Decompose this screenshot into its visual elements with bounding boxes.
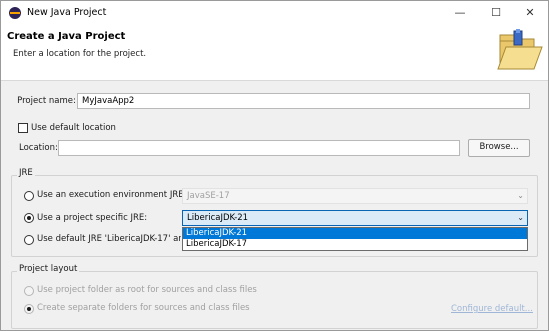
layout-root-radio[interactable]	[24, 286, 34, 296]
maximize-button[interactable]: ☐	[479, 1, 513, 25]
jre-dropdown-list: LibericaJDK-21 LibericaJDK-17	[182, 227, 528, 251]
chevron-down-icon: ⌄	[517, 191, 524, 200]
project-name-label: PProject name:	[17, 96, 76, 106]
default-jre-radio[interactable]	[24, 235, 34, 245]
project-name-label-text: Project name:	[17, 96, 76, 106]
dropdown-option-liberica-21[interactable]: LibericaJDK-21	[183, 228, 527, 239]
default-jre-label: Use default JRE 'LibericaJDK-17' and w	[37, 234, 181, 244]
project-name-input[interactable]: MyJavaApp2	[77, 93, 530, 109]
execution-env-radio[interactable]	[24, 191, 34, 201]
layout-separate-radio[interactable]	[24, 304, 34, 314]
project-specific-jre-radio[interactable]	[24, 213, 34, 223]
page-title: Create a Java Project	[7, 31, 126, 42]
project-layout-group-title: Project layout	[17, 264, 80, 274]
browse-button[interactable]: Browse...	[468, 139, 530, 157]
project-specific-jre-value: LibericaJDK-21	[187, 213, 249, 223]
close-button[interactable]: ✕	[513, 1, 547, 25]
page-description: Enter a location for the project.	[13, 49, 147, 59]
open-folder-icon	[497, 29, 543, 70]
minimize-button[interactable]: —	[443, 1, 477, 25]
location-label: Location:	[19, 143, 58, 153]
eclipse-icon	[9, 7, 21, 19]
execution-env-label: Use an execution environment JRE:	[37, 190, 187, 200]
configure-default-link[interactable]: Configure default...	[451, 304, 533, 314]
project-specific-jre-label: Use a project specific JRE:	[37, 213, 148, 223]
title-bar: New Java Project — ☐ ✕	[1, 1, 548, 25]
project-layout-group	[11, 271, 538, 329]
window-title: New Java Project	[27, 7, 107, 18]
use-default-location-label: Use default location	[31, 123, 116, 133]
chevron-down-icon: ⌄	[517, 213, 524, 222]
layout-root-label: Use project folder as root for sources a…	[37, 285, 257, 295]
dropdown-option-liberica-17[interactable]: LibericaJDK-17	[183, 239, 527, 250]
jre-group-title: JRE	[17, 168, 35, 178]
execution-env-select[interactable]: JavaSE-17 ⌄	[182, 188, 528, 204]
new-java-project-dialog: New Java Project — ☐ ✕ Create a Java Pro…	[0, 0, 549, 331]
layout-separate-label: Create separate folders for sources and …	[37, 303, 250, 313]
use-default-location-checkbox[interactable]	[18, 123, 28, 133]
location-input[interactable]	[58, 140, 460, 156]
execution-env-value: JavaSE-17	[187, 191, 230, 201]
project-specific-jre-select[interactable]: LibericaJDK-21 ⌄	[182, 210, 528, 226]
wizard-header: Create a Java Project Enter a location f…	[1, 25, 548, 81]
